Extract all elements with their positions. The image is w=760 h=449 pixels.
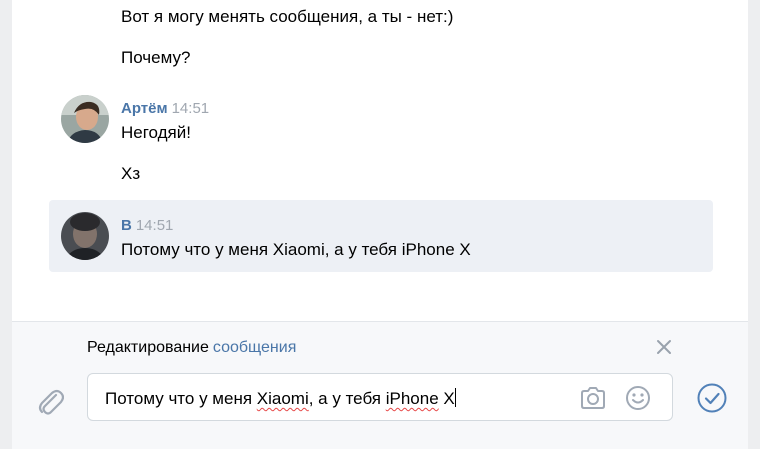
avatar-self[interactable] [61,212,109,260]
message-text: Вот я могу менять сообщения, а ты - нет:… [121,7,454,26]
input-text-part-misspelled: Xiaomi [256,389,309,408]
checkmark-circle-icon [697,383,727,413]
avatar-artem[interactable] [61,95,109,143]
input-text-part-misspelled: iPhone [385,389,439,408]
message-text: Потому что у меня Xiaomi, а у тебя iPhon… [121,240,471,259]
message-input[interactable]: Потому что у меня Xiaomi, а у тебя iPhon… [87,373,673,421]
text-caret [454,388,456,407]
attach-button[interactable] [34,383,65,417]
message-author-line: Артём 14:51 [121,100,209,118]
input-text-part: , а у тебя [308,389,386,408]
message-text: Хз [121,164,141,183]
message-author-line: В 14:51 [121,217,173,235]
close-icon [657,340,671,354]
edit-label-prefix: Редактирование [87,339,209,356]
message-composer: Редактирование сообщения Потому что у мен… [12,321,748,449]
input-text-part: X [438,389,455,408]
message-time: 14:51 [135,217,174,234]
chat-window: Вот я могу менять сообщения, а ты - нет:… [12,0,748,449]
author-name[interactable]: Артём [121,100,168,117]
emoji-button[interactable] [624,384,652,412]
input-text-part: Потому что у меня [105,389,257,408]
save-edit-button[interactable] [696,382,728,414]
message-text: Негодяй! [121,123,191,142]
smile-icon [626,386,650,410]
paperclip-icon [38,389,65,415]
cancel-edit-button[interactable] [652,335,676,359]
camera-button[interactable] [578,384,608,412]
message-time: 14:51 [171,100,210,117]
edit-mode-label: Редактирование сообщения [87,338,296,358]
message-text: Почему? [121,48,191,67]
editing-message-highlight[interactable] [49,200,713,272]
message-input-text[interactable]: Потому что у меня Xiaomi, а у тебя iPhon… [105,388,456,409]
camera-icon [581,387,605,409]
edit-label-link[interactable]: сообщения [213,339,296,356]
author-name[interactable]: В [121,217,132,234]
